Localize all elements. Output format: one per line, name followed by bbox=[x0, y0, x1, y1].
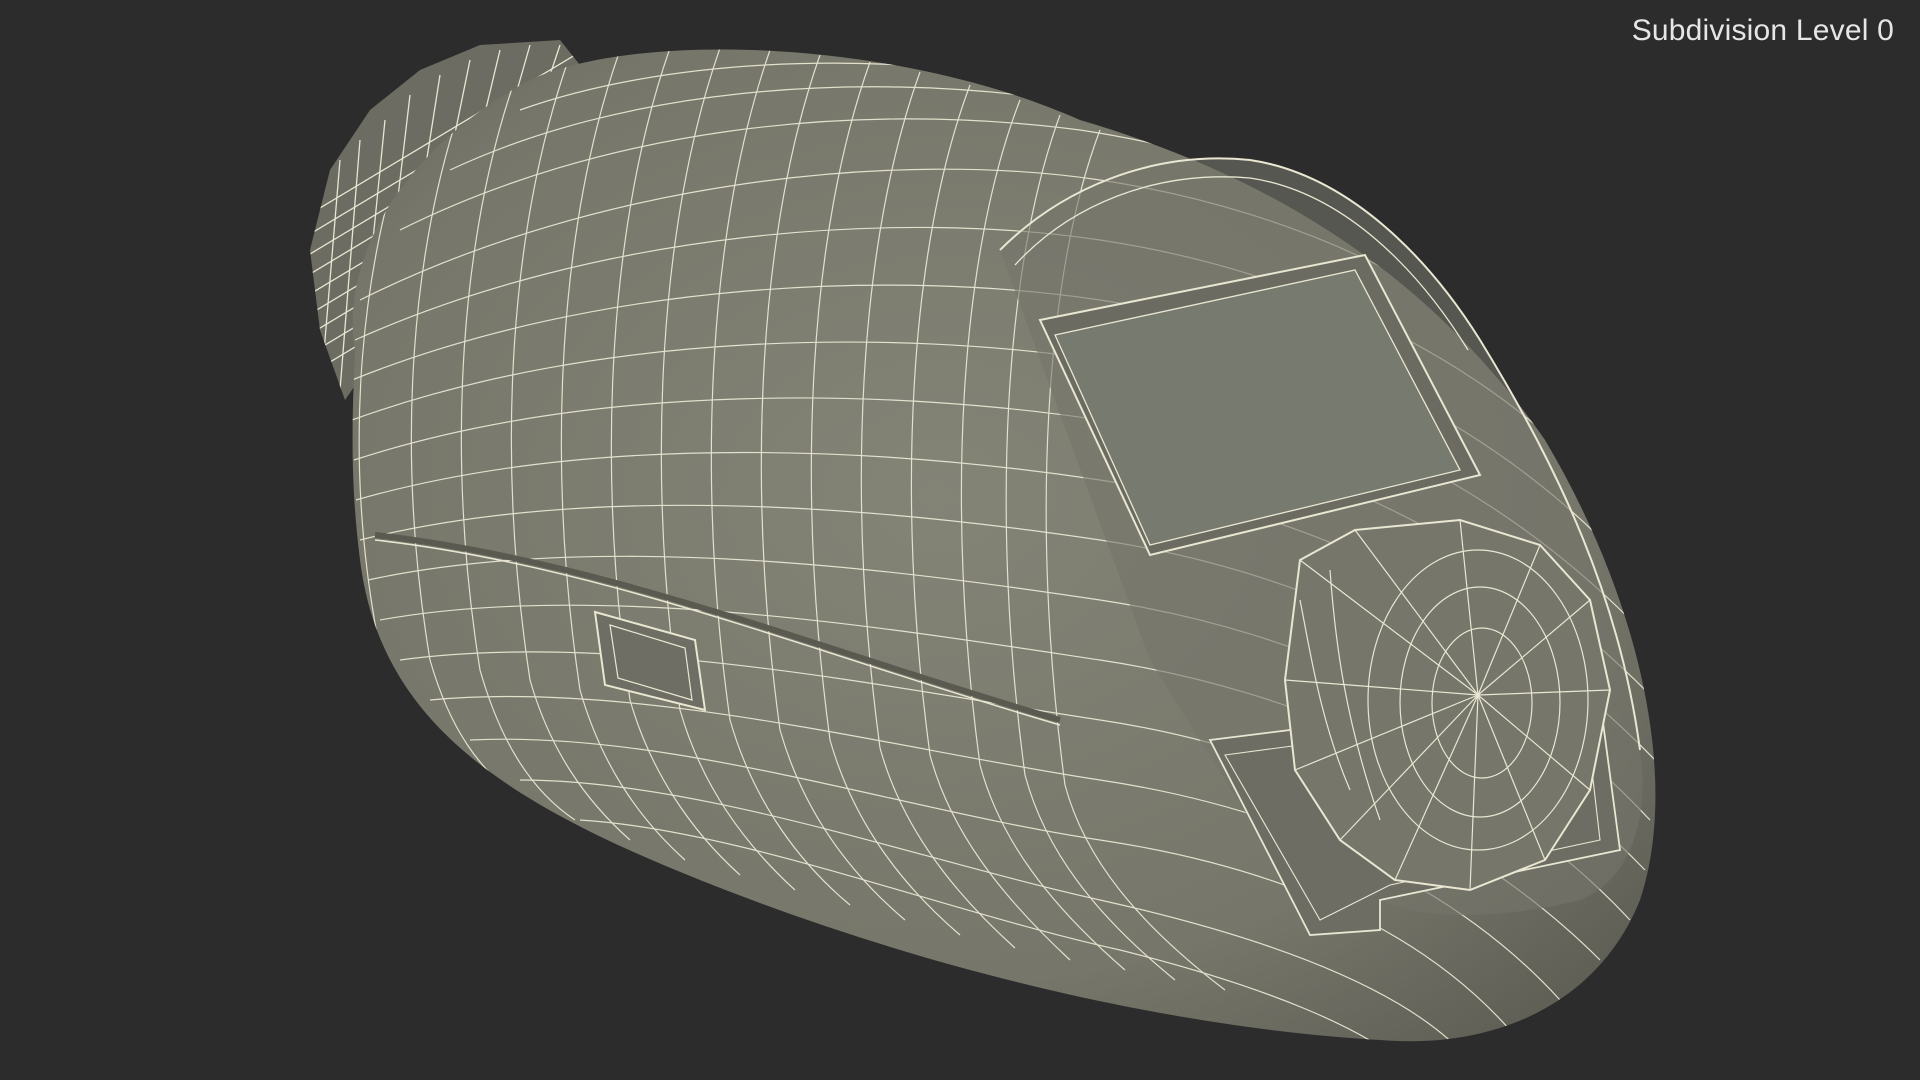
thermostat-wireframe-render bbox=[310, 40, 1656, 1042]
render-viewport: Subdivision Level 0 bbox=[0, 0, 1920, 1080]
subdivision-level-label: Subdivision Level 0 bbox=[1631, 14, 1894, 47]
